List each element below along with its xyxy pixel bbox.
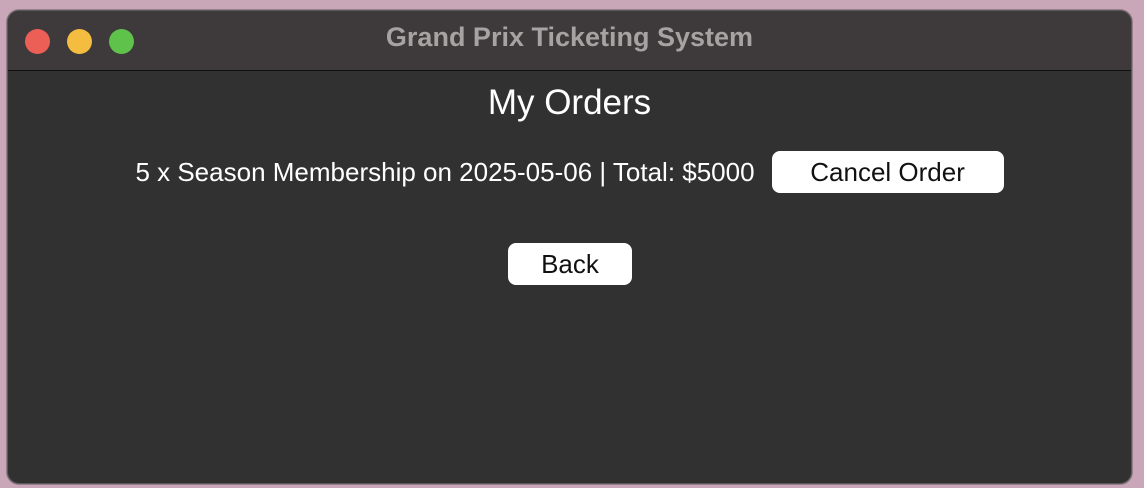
cancel-order-button[interactable]: Cancel Order (771, 151, 1004, 193)
main-content: My Orders 5 x Season Membership on 2025-… (8, 71, 1131, 483)
title-bar[interactable]: Grand Prix Ticketing System (8, 11, 1131, 71)
order-row: 5 x Season Membership on 2025-05-06 | To… (8, 151, 1131, 193)
order-summary: 5 x Season Membership on 2025-05-06 | To… (135, 156, 755, 187)
app-window: Grand Prix Ticketing System My Orders 5 … (7, 10, 1132, 484)
back-button[interactable]: Back (508, 243, 632, 285)
window-title: Grand Prix Ticketing System (385, 22, 754, 52)
page-title: My Orders (487, 83, 652, 122)
